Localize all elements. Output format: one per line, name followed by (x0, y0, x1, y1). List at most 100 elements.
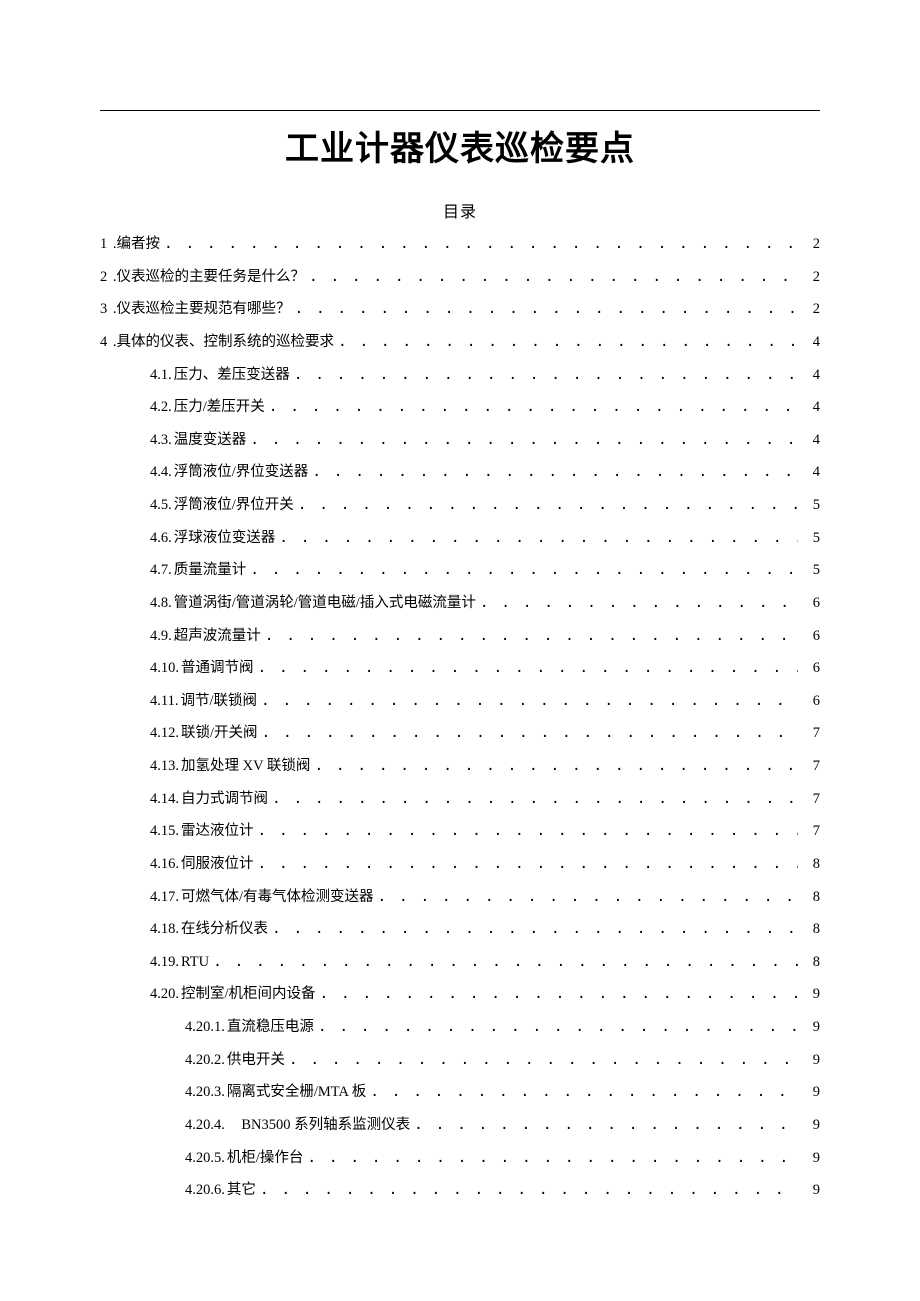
toc-entry: 4.16.伺服液位计 8 (100, 848, 820, 881)
toc-entry-page: 9 (802, 1174, 820, 1207)
toc-entry-label: 质量流量计 (172, 554, 247, 587)
toc-entry-page: 9 (802, 1011, 820, 1044)
toc-entry: 4.2.压力/差压开关 4 (100, 391, 820, 424)
toc-entry: 4.4.浮筒液位/界位变送器4 (100, 456, 820, 489)
toc-leader-dots (366, 1076, 802, 1109)
toc-entry-number: 4.19. (150, 946, 179, 979)
toc-entry: 4.13.加氢处理 XV 联锁阀7 (100, 750, 820, 783)
toc-entry-page: 7 (802, 717, 820, 750)
toc-entry-label: 隔离式安全栅/MTA 板 (225, 1076, 366, 1109)
toc-entry-number: 4 (100, 326, 111, 359)
toc-leader-dots (334, 326, 802, 359)
toc-leader-dots (316, 978, 802, 1011)
toc-leader-dots (285, 1044, 802, 1077)
toc-entry: 4.12.联锁/开关阀7 (100, 717, 820, 750)
toc-leader-dots (476, 587, 802, 620)
toc-entry-page: 8 (802, 946, 820, 979)
toc-entry-page: 4 (802, 326, 820, 359)
toc-entry-page: 6 (802, 685, 820, 718)
toc-entry-page: 4 (802, 391, 820, 424)
toc-leader-dots (256, 1174, 802, 1207)
toc-entry: 4.8.管道涡街/管道涡轮/管道电磁/插入式电磁流量计6 (100, 587, 820, 620)
toc-entry: 2 .仪表巡检的主要任务是什么？2 (100, 261, 820, 294)
toc-entry-number: 4.20. (150, 978, 179, 1011)
toc-entry: 4.20.1.直流稳压电源9 (100, 1011, 820, 1044)
toc-entry-label: 控制室/机柜间内设备 (179, 978, 316, 1011)
toc-entry-page: 2 (802, 293, 820, 326)
toc-entry-number: 1 (100, 228, 111, 261)
toc-entry: 4.10.普通调节阀6 (100, 652, 820, 685)
toc-entry-page: 4 (802, 456, 820, 489)
toc-leader-dots (310, 750, 802, 783)
toc-entry-number: 4.20.2. (185, 1044, 225, 1077)
toc-leader-dots (265, 391, 802, 424)
toc-entry: 1 .编者按2 (100, 228, 820, 261)
toc-entry-label: RTU (179, 946, 209, 979)
toc-entry-label: 自力式调节阀 (179, 783, 268, 816)
toc-leader-dots (254, 848, 803, 881)
toc-entry: 4.20.2.供电开关 9 (100, 1044, 820, 1077)
toc-entry-page: 7 (802, 815, 820, 848)
toc-leader-dots (374, 881, 802, 914)
toc-entry-number: 4.3. (150, 424, 172, 457)
toc-entry: 4.3.温度变送器 4 (100, 424, 820, 457)
toc-entry-label: 压力/差压开关 (172, 391, 265, 424)
toc-entry-page: 6 (802, 652, 820, 685)
toc-entry-number: 4.12. (150, 717, 179, 750)
toc-entry-page: 9 (802, 1076, 820, 1109)
toc-entry: 4.19.RTU 8 (100, 946, 820, 979)
toc-entry-label: 伺服液位计 (179, 848, 254, 881)
toc-entry-page: 8 (802, 848, 820, 881)
toc-entry-page: 2 (802, 261, 820, 294)
toc-entry-number: 4.20.6. (185, 1174, 225, 1207)
toc-leader-dots (294, 489, 802, 522)
toc-entry: 4 .具体的仪表、控制系统的巡检要求4 (100, 326, 820, 359)
toc-entry: 3 .仪表巡检主要规范有哪些？2 (100, 293, 820, 326)
toc-entry-number: 4.16. (150, 848, 179, 881)
toc-entry: 4.14.自力式调节阀7 (100, 783, 820, 816)
toc-entry-page: 9 (802, 1109, 820, 1142)
toc-entry-page: 4 (802, 359, 820, 392)
table-of-contents: 1 .编者按22 .仪表巡检的主要任务是什么？23 .仪表巡检主要规范有哪些？2… (100, 228, 820, 1207)
toc-entry-number: 4.1. (150, 359, 172, 392)
toc-entry-number: 4.20.4. (185, 1109, 225, 1142)
toc-leader-dots (410, 1109, 802, 1142)
toc-entry-label: 管道涡街/管道涡轮/管道电磁/插入式电磁流量计 (172, 587, 476, 620)
toc-entry: 4.20.6.其它 9 (100, 1174, 820, 1207)
toc-entry-number: 2 (100, 261, 111, 294)
toc-entry-number: 4.2. (150, 391, 172, 424)
toc-leader-dots (254, 652, 803, 685)
toc-entry-page: 9 (802, 1044, 820, 1077)
toc-entry: 4.15.雷达液位计7 (100, 815, 820, 848)
toc-leader-dots (258, 717, 802, 750)
toc-entry-label: 加氢处理 XV 联锁阀 (179, 750, 310, 783)
toc-leader-dots (275, 522, 802, 555)
toc-leader-dots (305, 261, 802, 294)
toc-entry: 4.7.质量流量计5 (100, 554, 820, 587)
toc-entry-page: 9 (802, 1142, 820, 1175)
toc-entry-number: 4.6. (150, 522, 172, 555)
toc-entry-label: 温度变送器 (172, 424, 247, 457)
toc-entry-number: 4.10. (150, 652, 179, 685)
toc-entry-page: 4 (802, 424, 820, 457)
toc-entry-label: 供电开关 (225, 1044, 285, 1077)
toc-entry: 4.9.超声波流量计6 (100, 620, 820, 653)
toc-entry-label: 超声波流量计 (172, 620, 261, 653)
toc-entry-label: .编者按 (111, 228, 160, 261)
toc-entry-label: 浮球液位变送器 (172, 522, 276, 555)
toc-entry-label: .仪表巡检主要规范有哪些？ (111, 293, 291, 326)
toc-entry-page: 8 (802, 881, 820, 914)
toc-entry: 4.20.5.机柜/操作台9 (100, 1142, 820, 1175)
toc-entry: 4.20.4. BN3500 系列轴系监测仪表9 (100, 1109, 820, 1142)
toc-entry-number: 4.15. (150, 815, 179, 848)
toc-entry-label: 其它 (225, 1174, 256, 1207)
toc-entry-number: 4.11. (150, 685, 178, 718)
toc-leader-dots (303, 1142, 802, 1175)
toc-entry-page: 7 (802, 783, 820, 816)
toc-entry-page: 5 (802, 554, 820, 587)
toc-leader-dots (246, 554, 802, 587)
toc-leader-dots (254, 815, 803, 848)
top-rule (100, 110, 820, 111)
toc-leader-dots (261, 620, 802, 653)
toc-entry-number: 4.20.1. (185, 1011, 225, 1044)
